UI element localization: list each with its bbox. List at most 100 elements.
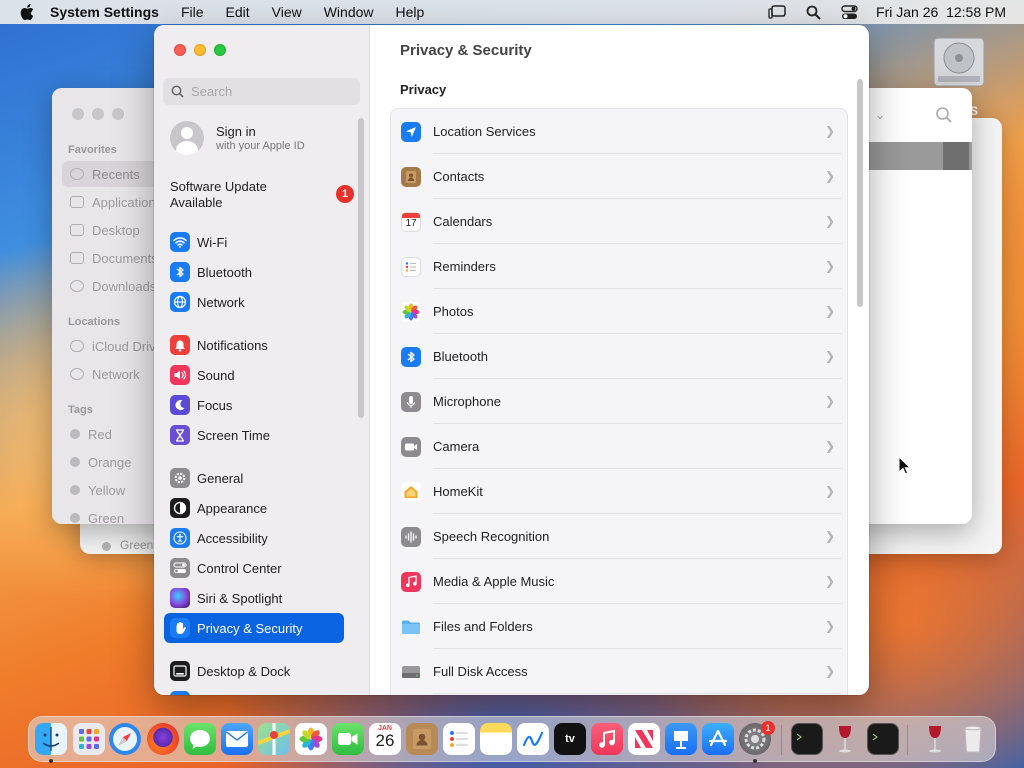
privacy-item-media-apple-music[interactable]: Media & Apple Music ❯ xyxy=(391,559,847,604)
menu-view[interactable]: View xyxy=(272,4,302,20)
apple-id-signin[interactable]: Sign in with your Apple ID xyxy=(170,121,305,155)
dock-app-messages[interactable] xyxy=(184,723,216,755)
dock-app-trash[interactable] xyxy=(957,723,989,755)
dock-app-terminal-2[interactable] xyxy=(867,723,899,755)
search-input[interactable] xyxy=(191,84,351,99)
camera-icon xyxy=(401,436,421,457)
search-field[interactable] xyxy=(163,78,360,105)
dock-divider xyxy=(781,725,782,755)
stage-manager-icon[interactable] xyxy=(768,4,786,20)
zoom-button[interactable] xyxy=(214,44,226,56)
sidebar-item-privacy-security[interactable]: Privacy & Security xyxy=(164,613,344,643)
finder-sidebar: Favorites Recents Applications Desktop D… xyxy=(52,88,182,525)
menu-window[interactable]: Window xyxy=(324,4,374,20)
sidebar-item-bluetooth[interactable]: Bluetooth xyxy=(164,257,344,287)
sidebar-item-screen-time[interactable]: Screen Time xyxy=(164,420,344,450)
waveform-icon xyxy=(401,526,421,547)
dock-app-tv[interactable]: tv xyxy=(554,723,586,755)
privacy-item-photos[interactable]: Photos ❯ xyxy=(391,289,847,334)
microphone-icon xyxy=(401,391,421,412)
sidebar-item-control-center[interactable]: Control Center xyxy=(164,553,344,583)
content-scrollbar[interactable] xyxy=(857,79,863,307)
dock-app-calendar[interactable]: JAN 26 xyxy=(369,723,401,755)
sidebar-item-sound[interactable]: Sound xyxy=(164,360,344,390)
dock-app-keynote[interactable] xyxy=(665,723,697,755)
control-center-icon[interactable] xyxy=(840,4,858,20)
dock-app-notes[interactable] xyxy=(480,723,512,755)
tags-header: Tags xyxy=(68,404,93,416)
sidebar-item-network[interactable]: Network xyxy=(164,287,344,317)
dock-app-firefox[interactable] xyxy=(147,723,179,755)
privacy-item-label: HomeKit xyxy=(433,484,483,499)
hard-drive-icon[interactable] xyxy=(930,36,988,92)
privacy-item-homekit[interactable]: HomeKit ❯ xyxy=(391,469,847,514)
sidebar-item-label: General xyxy=(197,470,244,486)
dock-app-wine[interactable] xyxy=(829,723,861,755)
dock-app-reminders[interactable] xyxy=(443,723,475,755)
photos-icon xyxy=(401,301,421,322)
apple-menu-icon[interactable] xyxy=(20,4,36,20)
close-button[interactable] xyxy=(72,108,84,120)
tag-dot-icon xyxy=(102,542,111,551)
dock-app-mail[interactable] xyxy=(221,723,253,755)
software-update-item[interactable]: Software Update Available 1 xyxy=(170,179,355,211)
dock-app-terminal[interactable] xyxy=(791,723,823,755)
dock-app-wine-2[interactable] xyxy=(919,723,951,755)
close-button[interactable] xyxy=(174,44,186,56)
dock-app-launchpad[interactable] xyxy=(73,723,105,755)
menu-app-name[interactable]: System Settings xyxy=(50,4,159,20)
sidebar-item-focus[interactable]: Focus xyxy=(164,390,344,420)
privacy-item-full-disk-access[interactable]: Full Disk Access ❯ xyxy=(391,649,847,694)
system-settings-window[interactable]: Sign in with your Apple ID Software Upda… xyxy=(154,25,869,695)
tv-label: tv xyxy=(565,733,575,745)
sidebar-item-label: Sound xyxy=(197,367,235,383)
dock-app-maps[interactable] xyxy=(258,723,290,755)
chevron-right-icon: ❯ xyxy=(824,529,835,543)
dock-app-news[interactable] xyxy=(628,723,660,755)
minimize-button[interactable] xyxy=(92,108,104,120)
privacy-item-reminders[interactable]: Reminders ❯ xyxy=(391,244,847,289)
privacy-item-camera[interactable]: Camera ❯ xyxy=(391,424,847,469)
sidebar-item-wifi[interactable]: Wi-Fi xyxy=(164,227,344,257)
dock-app-music[interactable] xyxy=(591,723,623,755)
zoom-button[interactable] xyxy=(112,108,124,120)
privacy-item-speech-recognition[interactable]: Speech Recognition ❯ xyxy=(391,514,847,559)
dock-app-app-store[interactable] xyxy=(702,723,734,755)
signin-title: Sign in xyxy=(216,124,256,139)
sidebar-item-siri-spotlight[interactable]: Siri & Spotlight xyxy=(164,583,344,613)
sidebar-item-label: Screen Time xyxy=(197,427,270,443)
dock-app-finder[interactable] xyxy=(35,723,67,755)
menu-file[interactable]: File xyxy=(181,4,204,20)
ghost-tag-label: Green xyxy=(120,538,154,552)
privacy-item-contacts[interactable]: Contacts ❯ xyxy=(391,154,847,199)
dock-app-facetime[interactable] xyxy=(332,723,364,755)
minimize-button[interactable] xyxy=(194,44,206,56)
privacy-item-bluetooth[interactable]: Bluetooth ❯ xyxy=(391,334,847,379)
menu-help[interactable]: Help xyxy=(396,4,425,20)
dock-app-contacts[interactable] xyxy=(406,723,438,755)
menu-edit[interactable]: Edit xyxy=(226,4,250,20)
sidebar-item-accessibility[interactable]: Accessibility xyxy=(164,523,344,553)
menu-clock[interactable]: Fri Jan 26 12:58 PM xyxy=(876,4,1006,20)
sidebar-item-general[interactable]: General xyxy=(164,463,344,493)
sidebar-item-notifications[interactable]: Notifications xyxy=(164,330,344,360)
sidebar-item-desktop-dock[interactable]: Desktop & Dock xyxy=(164,656,344,686)
sidebar-item-appearance[interactable]: Appearance xyxy=(164,493,344,523)
wifi-icon xyxy=(170,232,190,252)
cloud-icon xyxy=(70,340,84,352)
dock-app-safari[interactable] xyxy=(109,723,141,755)
dock-app-freeform[interactable] xyxy=(517,723,549,755)
dock-divider xyxy=(907,725,908,755)
finder-item-label: Green xyxy=(88,510,125,525)
spotlight-search-icon[interactable] xyxy=(804,4,822,20)
privacy-item-calendars[interactable]: 17 Calendars ❯ xyxy=(391,199,847,244)
privacy-item-files-folders[interactable]: Files and Folders ❯ xyxy=(391,604,847,649)
privacy-item-location-services[interactable]: Location Services ❯ xyxy=(391,109,847,154)
chevron-down-icon[interactable]: ⌄ xyxy=(875,108,885,122)
sidebar-scrollbar[interactable] xyxy=(358,118,364,418)
sidebar-item-partial[interactable] xyxy=(164,686,344,695)
dock-app-photos[interactable] xyxy=(295,723,327,755)
privacy-item-microphone[interactable]: Microphone ❯ xyxy=(391,379,847,424)
search-icon[interactable] xyxy=(935,106,953,127)
sidebar-item-label: Wi-Fi xyxy=(197,234,228,250)
